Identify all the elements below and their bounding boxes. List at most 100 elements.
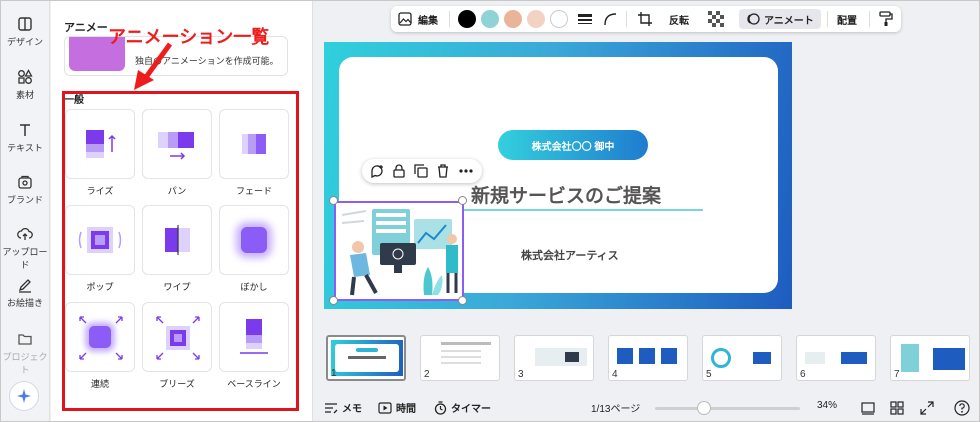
- color-swatch-teal[interactable]: [481, 10, 499, 28]
- color-swatch-black[interactable]: [458, 10, 476, 28]
- zoom-slider-track[interactable]: [655, 407, 800, 410]
- flip-button[interactable]: 反転: [669, 6, 689, 32]
- more-options-icon[interactable]: [458, 164, 474, 178]
- color-swatch-white[interactable]: [550, 10, 568, 28]
- timer-button[interactable]: タイマー: [434, 400, 491, 415]
- animation-tile-baseline[interactable]: ベースライン: [219, 302, 289, 390]
- animation-panel: アニメー 独自のアニメーションを作成可能。 一般 ライズ パン フェード ポップ…: [51, 0, 361, 422]
- slide-view-icon[interactable]: [861, 401, 875, 415]
- animation-tile-breathe[interactable]: ブリーズ: [142, 302, 212, 390]
- slide-thumbnail[interactable]: 4: [608, 335, 688, 381]
- rail-label: プロジェクト: [2, 352, 48, 375]
- panel-title: アニメー: [64, 22, 108, 34]
- animation-tile-blur[interactable]: ぼかし: [219, 205, 289, 293]
- design-icon: [18, 17, 32, 31]
- resize-handle[interactable]: [329, 196, 338, 205]
- annotation-arrow-icon: [134, 42, 173, 90]
- duration-button[interactable]: 時間: [378, 400, 416, 415]
- folder-icon: [18, 334, 32, 345]
- slide-thumbnail[interactable]: 7: [890, 335, 970, 381]
- border-style-button[interactable]: [577, 6, 593, 32]
- animation-tile-fade[interactable]: フェード: [219, 109, 289, 197]
- animation-tile-pop[interactable]: ポップ: [65, 205, 135, 293]
- slide-title-underline: [445, 209, 703, 211]
- rail-item-upload[interactable]: アップロード: [0, 226, 50, 271]
- rail-label: デザイン: [6, 37, 43, 47]
- notes-button[interactable]: メモ: [324, 400, 362, 415]
- animate-icon: [747, 13, 760, 25]
- pan-preview-icon: [158, 132, 194, 160]
- rise-preview-icon: [86, 130, 116, 158]
- copy-style-button[interactable]: [879, 6, 893, 32]
- transparency-button[interactable]: [708, 6, 724, 32]
- blur-preview-icon: [241, 227, 267, 253]
- animation-tile-pan[interactable]: パン: [142, 109, 212, 197]
- brand-icon: [18, 175, 32, 189]
- position-button[interactable]: 配置: [837, 6, 857, 32]
- magic-assistant-button[interactable]: [9, 381, 39, 411]
- rail-label: アップロード: [2, 247, 48, 270]
- animation-tile-rise[interactable]: ライズ: [65, 109, 135, 197]
- sequence-preview-icon: [79, 316, 123, 360]
- zoom-slider-handle[interactable]: [697, 401, 711, 415]
- slide-thumbnail[interactable]: 1: [326, 335, 406, 381]
- slide-thumbnail[interactable]: 3: [514, 335, 594, 381]
- baseline-preview-icon: [240, 319, 268, 354]
- rail-label: 素材: [15, 90, 34, 100]
- crop-button[interactable]: [638, 6, 652, 32]
- slide-company-name[interactable]: 株式会社アーティス: [521, 247, 619, 263]
- resize-handle[interactable]: [329, 296, 338, 305]
- help-icon[interactable]: [954, 400, 970, 416]
- selection-box: [334, 201, 464, 301]
- animation-tile-sequence[interactable]: 連続: [65, 302, 135, 390]
- left-rail: デザイン 素材 テキスト ブランド アップロード お絵描き プロジェクト: [0, 0, 50, 422]
- edit-image-button[interactable]: 編集: [398, 6, 438, 32]
- slide-thumbnail[interactable]: 2: [420, 335, 500, 381]
- rail-label: お絵描き: [6, 298, 43, 308]
- bottom-bar: メモ 時間 タイマー 1/13ページ 34%: [314, 396, 980, 420]
- animate-button[interactable]: アニメート: [739, 9, 821, 29]
- pop-preview-icon: [78, 227, 122, 253]
- color-swatch-peach[interactable]: [504, 10, 522, 28]
- rail-item-projects[interactable]: プロジェクト: [0, 331, 50, 376]
- corner-radius-icon: [604, 13, 617, 26]
- lock-icon[interactable]: [392, 164, 406, 178]
- element-action-bar: [362, 159, 482, 183]
- duplicate-icon[interactable]: [414, 164, 428, 178]
- play-icon: [378, 401, 392, 414]
- animation-tile-wipe[interactable]: ワイプ: [142, 205, 212, 293]
- rail-label: テキスト: [7, 143, 43, 153]
- rail-item-design[interactable]: デザイン: [0, 16, 50, 48]
- border-lines-icon: [578, 14, 592, 24]
- trash-icon[interactable]: [436, 164, 450, 178]
- elements-icon: [18, 69, 33, 84]
- slide-client-pill[interactable]: 株式会社〇〇 御中: [498, 130, 648, 160]
- image-icon: [398, 12, 412, 26]
- rail-item-elements[interactable]: 素材: [0, 69, 50, 101]
- checker-icon: [708, 11, 724, 27]
- fullscreen-icon[interactable]: [920, 401, 934, 415]
- rail-item-text[interactable]: テキスト: [0, 122, 50, 154]
- resize-handle[interactable]: [458, 196, 467, 205]
- corner-radius-button[interactable]: [603, 6, 617, 32]
- slide-title[interactable]: 新規サービスのご提案: [471, 181, 661, 208]
- text-icon: [20, 124, 30, 136]
- crop-icon: [638, 12, 652, 26]
- slide-thumbnail[interactable]: 6: [796, 335, 876, 381]
- draw-icon: [18, 279, 31, 293]
- wipe-preview-icon: [165, 225, 190, 255]
- fade-preview-icon: [242, 134, 266, 154]
- notes-icon: [325, 402, 338, 413]
- sparkle-icon: [17, 389, 31, 403]
- comment-add-icon[interactable]: [370, 164, 384, 178]
- color-swatch-pink[interactable]: [527, 10, 545, 28]
- page-indicator: 1/13ページ: [591, 404, 641, 415]
- top-toolbar: 編集 反転 アニメート 配置: [391, 6, 901, 32]
- breathe-preview-icon: [156, 316, 200, 360]
- resize-handle[interactable]: [458, 296, 467, 305]
- zoom-level[interactable]: 34%: [817, 400, 837, 411]
- grid-view-icon[interactable]: [890, 401, 904, 415]
- slide-thumbnail[interactable]: 5: [702, 335, 782, 381]
- rail-item-draw[interactable]: お絵描き: [0, 277, 50, 309]
- rail-item-brand[interactable]: ブランド: [0, 174, 50, 206]
